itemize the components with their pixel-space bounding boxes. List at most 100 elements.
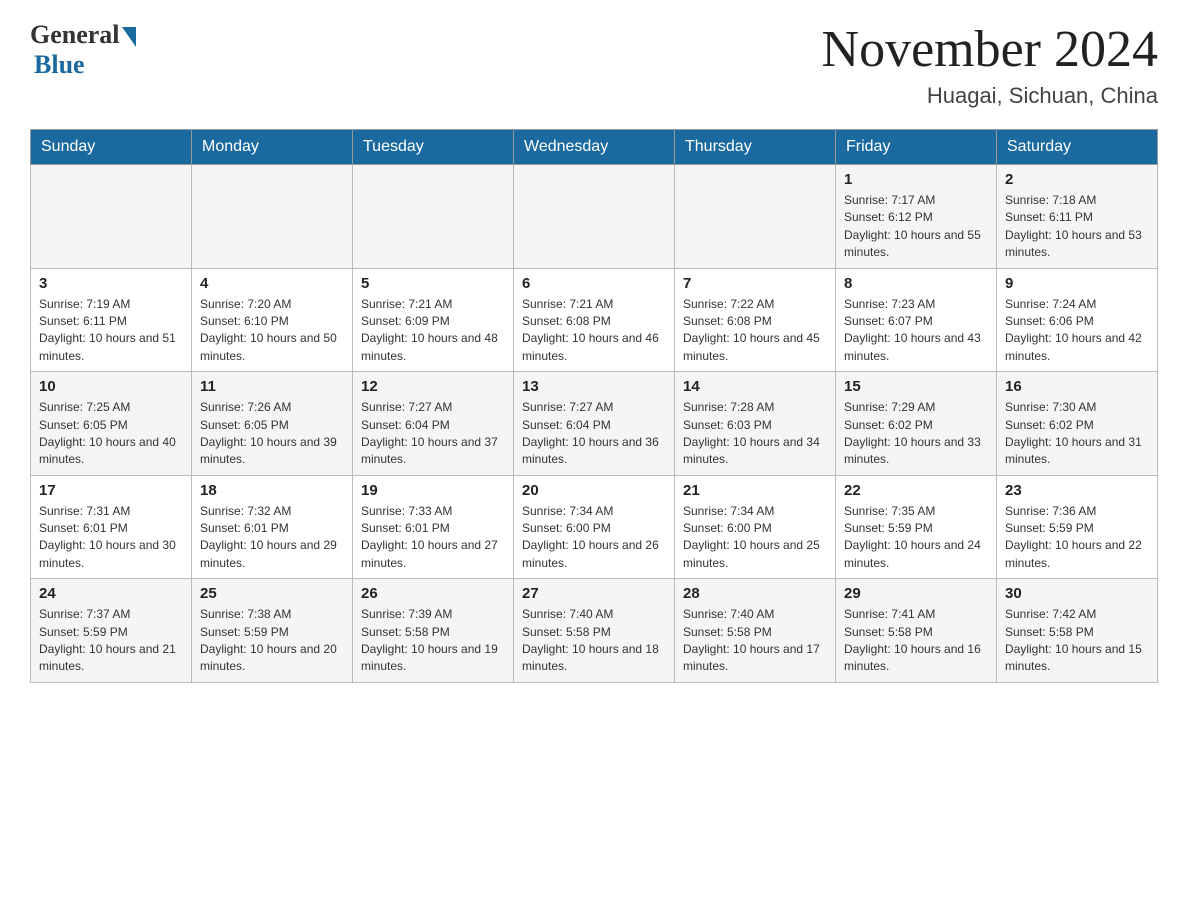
calendar-cell: 15 Sunrise: 7:29 AMSunset: 6:02 PMDayligh… [836, 372, 997, 476]
day-number: 25 [200, 585, 344, 602]
day-number: 4 [200, 275, 344, 292]
calendar-cell: 25 Sunrise: 7:38 AMSunset: 5:59 PMDayligh… [192, 579, 353, 683]
day-info: Sunrise: 7:37 AMSunset: 5:59 PMDaylight:… [39, 606, 183, 676]
calendar-cell: 7 Sunrise: 7:22 AMSunset: 6:08 PMDaylight… [675, 268, 836, 372]
calendar-header: SundayMondayTuesdayWednesdayThursdayFrid… [31, 130, 1158, 165]
day-number: 16 [1005, 378, 1149, 395]
day-number: 29 [844, 585, 988, 602]
calendar-cell: 5Sunrise: 7:21 AMSunset: 6:09 PMDaylight… [353, 268, 514, 372]
calendar-cell: 2 Sunrise: 7:18 AMSunset: 6:11 PMDaylight… [997, 165, 1158, 269]
day-number: 17 [39, 482, 183, 499]
weekday-header-tuesday: Tuesday [353, 130, 514, 165]
calendar-cell: 24Sunrise: 7:37 AMSunset: 5:59 PMDayligh… [31, 579, 192, 683]
calendar-cell: 22 Sunrise: 7:35 AMSunset: 5:59 PMDayligh… [836, 475, 997, 579]
calendar-cell [675, 165, 836, 269]
page-header: General Blue November 2024 Huagai, Sichu… [30, 20, 1158, 109]
day-info: Sunrise: 7:18 AMSunset: 6:11 PMDaylight:… [1005, 192, 1149, 262]
day-number: 9 [1005, 275, 1149, 292]
day-info: Sunrise: 7:39 AMSunset: 5:58 PMDaylight:… [361, 606, 505, 676]
day-info: Sunrise: 7:41 AMSunset: 5:58 PMDaylight:… [844, 606, 988, 676]
day-number: 20 [522, 482, 666, 499]
day-number: 22 [844, 482, 988, 499]
day-number: 6 [522, 275, 666, 292]
calendar-week-row: 3 Sunrise: 7:19 AMSunset: 6:11 PMDaylight… [31, 268, 1158, 372]
calendar-cell: 4Sunrise: 7:20 AMSunset: 6:10 PMDaylight… [192, 268, 353, 372]
day-number: 26 [361, 585, 505, 602]
day-info: Sunrise: 7:19 AMSunset: 6:11 PMDaylight:… [39, 296, 183, 366]
day-info: Sunrise: 7:36 AMSunset: 5:59 PMDaylight:… [1005, 503, 1149, 573]
calendar-cell: 6 Sunrise: 7:21 AMSunset: 6:08 PMDaylight… [514, 268, 675, 372]
day-info: Sunrise: 7:17 AMSunset: 6:12 PMDaylight:… [844, 192, 988, 262]
calendar-cell: 13Sunrise: 7:27 AMSunset: 6:04 PMDayligh… [514, 372, 675, 476]
day-info: Sunrise: 7:25 AMSunset: 6:05 PMDaylight:… [39, 399, 183, 469]
day-info: Sunrise: 7:35 AMSunset: 5:59 PMDaylight:… [844, 503, 988, 573]
weekday-header-wednesday: Wednesday [514, 130, 675, 165]
day-info: Sunrise: 7:28 AMSunset: 6:03 PMDaylight:… [683, 399, 827, 469]
calendar-cell: 14 Sunrise: 7:28 AMSunset: 6:03 PMDayligh… [675, 372, 836, 476]
day-info: Sunrise: 7:23 AMSunset: 6:07 PMDaylight:… [844, 296, 988, 366]
day-number: 28 [683, 585, 827, 602]
calendar-cell: 18 Sunrise: 7:32 AMSunset: 6:01 PMDayligh… [192, 475, 353, 579]
calendar-cell [31, 165, 192, 269]
calendar-cell: 10 Sunrise: 7:25 AMSunset: 6:05 PMDayligh… [31, 372, 192, 476]
day-number: 5 [361, 275, 505, 292]
calendar-cell: 27 Sunrise: 7:40 AMSunset: 5:58 PMDayligh… [514, 579, 675, 683]
logo-arrow-icon [122, 27, 136, 47]
calendar-week-row: 24Sunrise: 7:37 AMSunset: 5:59 PMDayligh… [31, 579, 1158, 683]
day-info: Sunrise: 7:24 AMSunset: 6:06 PMDaylight:… [1005, 296, 1149, 366]
day-number: 8 [844, 275, 988, 292]
day-info: Sunrise: 7:34 AMSunset: 6:00 PMDaylight:… [683, 503, 827, 573]
day-number: 23 [1005, 482, 1149, 499]
weekday-header-row: SundayMondayTuesdayWednesdayThursdayFrid… [31, 130, 1158, 165]
calendar-week-row: 1 Sunrise: 7:17 AMSunset: 6:12 PMDaylight… [31, 165, 1158, 269]
day-info: Sunrise: 7:22 AMSunset: 6:08 PMDaylight:… [683, 296, 827, 366]
logo: General Blue [30, 20, 136, 80]
day-number: 30 [1005, 585, 1149, 602]
calendar-cell: 12Sunrise: 7:27 AMSunset: 6:04 PMDayligh… [353, 372, 514, 476]
day-info: Sunrise: 7:29 AMSunset: 6:02 PMDaylight:… [844, 399, 988, 469]
day-info: Sunrise: 7:40 AMSunset: 5:58 PMDaylight:… [683, 606, 827, 676]
calendar-cell: 20 Sunrise: 7:34 AMSunset: 6:00 PMDayligh… [514, 475, 675, 579]
weekday-header-monday: Monday [192, 130, 353, 165]
weekday-header-sunday: Sunday [31, 130, 192, 165]
calendar-cell: 28 Sunrise: 7:40 AMSunset: 5:58 PMDayligh… [675, 579, 836, 683]
day-number: 18 [200, 482, 344, 499]
day-number: 13 [522, 378, 666, 395]
day-number: 2 [1005, 171, 1149, 188]
calendar-week-row: 17 Sunrise: 7:31 AMSunset: 6:01 PMDayligh… [31, 475, 1158, 579]
weekday-header-friday: Friday [836, 130, 997, 165]
day-number: 21 [683, 482, 827, 499]
day-number: 27 [522, 585, 666, 602]
day-number: 7 [683, 275, 827, 292]
day-number: 1 [844, 171, 988, 188]
weekday-header-saturday: Saturday [997, 130, 1158, 165]
day-info: Sunrise: 7:32 AMSunset: 6:01 PMDaylight:… [200, 503, 344, 573]
day-info: Sunrise: 7:31 AMSunset: 6:01 PMDaylight:… [39, 503, 183, 573]
calendar-cell: 26 Sunrise: 7:39 AMSunset: 5:58 PMDayligh… [353, 579, 514, 683]
day-number: 14 [683, 378, 827, 395]
calendar-cell: 19Sunrise: 7:33 AMSunset: 6:01 PMDayligh… [353, 475, 514, 579]
day-number: 11 [200, 378, 344, 395]
day-info: Sunrise: 7:33 AMSunset: 6:01 PMDaylight:… [361, 503, 505, 573]
calendar-cell: 11Sunrise: 7:26 AMSunset: 6:05 PMDayligh… [192, 372, 353, 476]
day-number: 3 [39, 275, 183, 292]
calendar-table: SundayMondayTuesdayWednesdayThursdayFrid… [30, 129, 1158, 683]
day-info: Sunrise: 7:21 AMSunset: 6:08 PMDaylight:… [522, 296, 666, 366]
location-subtitle: Huagai, Sichuan, China [822, 83, 1158, 109]
calendar-week-row: 10 Sunrise: 7:25 AMSunset: 6:05 PMDayligh… [31, 372, 1158, 476]
calendar-cell: 17 Sunrise: 7:31 AMSunset: 6:01 PMDayligh… [31, 475, 192, 579]
day-info: Sunrise: 7:38 AMSunset: 5:59 PMDaylight:… [200, 606, 344, 676]
day-info: Sunrise: 7:40 AMSunset: 5:58 PMDaylight:… [522, 606, 666, 676]
weekday-header-thursday: Thursday [675, 130, 836, 165]
calendar-cell [192, 165, 353, 269]
calendar-body: 1 Sunrise: 7:17 AMSunset: 6:12 PMDaylight… [31, 165, 1158, 683]
calendar-cell: 23 Sunrise: 7:36 AMSunset: 5:59 PMDayligh… [997, 475, 1158, 579]
day-number: 10 [39, 378, 183, 395]
day-info: Sunrise: 7:42 AMSunset: 5:58 PMDaylight:… [1005, 606, 1149, 676]
calendar-cell: 3 Sunrise: 7:19 AMSunset: 6:11 PMDaylight… [31, 268, 192, 372]
day-info: Sunrise: 7:30 AMSunset: 6:02 PMDaylight:… [1005, 399, 1149, 469]
day-number: 15 [844, 378, 988, 395]
day-info: Sunrise: 7:34 AMSunset: 6:00 PMDaylight:… [522, 503, 666, 573]
calendar-cell: 30 Sunrise: 7:42 AMSunset: 5:58 PMDayligh… [997, 579, 1158, 683]
calendar-cell: 9 Sunrise: 7:24 AMSunset: 6:06 PMDaylight… [997, 268, 1158, 372]
